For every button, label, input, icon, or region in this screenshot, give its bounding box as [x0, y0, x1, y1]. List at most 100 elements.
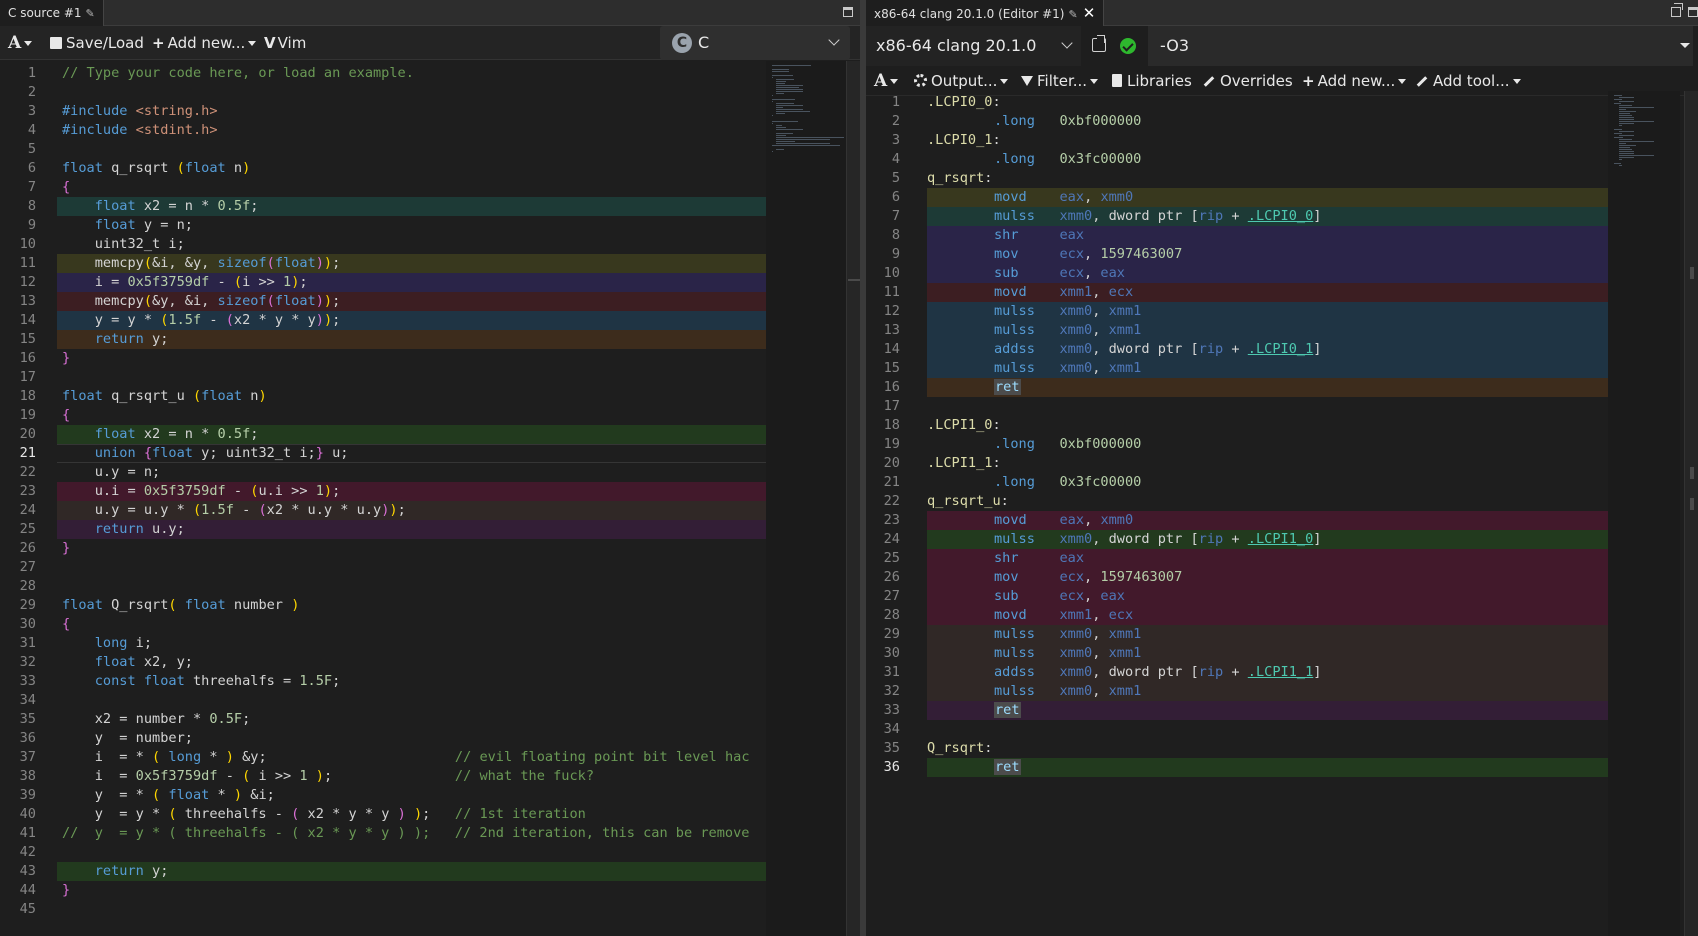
asm-line[interactable]: 12 mulss xmm0, xmm1 — [866, 302, 1608, 321]
asm-line[interactable]: 6 movd eax, xmm0 — [866, 188, 1608, 207]
close-icon[interactable]: ✕ — [1083, 4, 1096, 22]
source-line[interactable]: 26} — [0, 539, 766, 558]
source-code-area[interactable]: 1 // Type your code here, or load an exam… — [0, 61, 766, 936]
asm-line[interactable]: 25 shr eax — [866, 549, 1608, 568]
source-line[interactable]: 13 memcpy(&y, &i, sizeof(float)); — [0, 292, 766, 311]
assembly-output-area[interactable]: 1 .LCPI0_0: 2 .long 0xbf000000 3 .LCPI0_1: 4 .l… — [866, 91, 1608, 936]
source-line[interactable]: 41 // y = y * ( threehalfs - ( x2 * y * y… — [0, 824, 766, 843]
asm-line[interactable]: 20 .LCPI1_1: — [866, 454, 1608, 473]
source-line[interactable]: 2 — [0, 83, 766, 102]
asm-line[interactable]: 2 .long 0xbf000000 — [866, 112, 1608, 131]
source-line[interactable]: 8 float x2 = n * 0.5f; — [0, 197, 766, 216]
source-line[interactable]: 4 #include <stdint.h> — [0, 121, 766, 140]
asm-line[interactable]: 36 ret — [866, 758, 1608, 777]
options-caret-icon[interactable] — [1680, 43, 1690, 48]
source-line[interactable]: 27 — [0, 558, 766, 577]
source-line[interactable]: 6 float q_rsqrt (float n) — [0, 159, 766, 178]
asm-line[interactable]: 34 — [866, 720, 1608, 739]
source-line[interactable]: 11 memcpy(&i, &y, sizeof(float)); — [0, 254, 766, 273]
tab-compiler[interactable]: x86-64 clang 20.1.0 (Editor #1) ✎ ✕ — [866, 0, 1105, 26]
source-line[interactable]: 22 u.y = n; — [0, 463, 766, 482]
source-line[interactable]: 28 — [0, 577, 766, 596]
asm-line[interactable]: 17 — [866, 397, 1608, 416]
source-line[interactable]: 33 const float threehalfs = 1.5F; — [0, 672, 766, 691]
source-line[interactable]: 31 long i; — [0, 634, 766, 653]
asm-line[interactable]: 21 .long 0x3fc00000 — [866, 473, 1608, 492]
asm-line[interactable]: 15 mulss xmm0, xmm1 — [866, 359, 1608, 378]
maximize-icon[interactable] — [843, 7, 853, 17]
asm-line[interactable]: 16 ret — [866, 378, 1608, 397]
asm-line[interactable]: 14 addss xmm0, dword ptr [rip + .LCPI0_1] — [866, 340, 1608, 359]
asm-line[interactable]: 35 Q_rsqrt: — [866, 739, 1608, 758]
source-line[interactable]: 25 return u.y; — [0, 520, 766, 539]
external-link-icon[interactable] — [1092, 35, 1106, 52]
assembly-scrollbar[interactable] — [1684, 91, 1698, 936]
source-line[interactable]: 20 float x2 = n * 0.5f; — [0, 425, 766, 444]
source-line[interactable]: 37 i = * ( long * ) &y; // evil floating… — [0, 748, 766, 767]
source-line[interactable]: 38 i = 0x5f3759df - ( i >> 1 ); // what … — [0, 767, 766, 786]
source-line[interactable]: 45 — [0, 900, 766, 919]
asm-line[interactable]: 19 .long 0xbf000000 — [866, 435, 1608, 454]
asm-line[interactable]: 10 sub ecx, eax — [866, 264, 1608, 283]
asm-line[interactable]: 27 sub ecx, eax — [866, 587, 1608, 606]
source-line[interactable]: 29 float Q_rsqrt( float number ) — [0, 596, 766, 615]
asm-line[interactable]: 33 ret — [866, 701, 1608, 720]
asm-line[interactable]: 22 q_rsqrt_u: — [866, 492, 1608, 511]
asm-line[interactable]: 28 movd xmm1, ecx — [866, 606, 1608, 625]
source-line[interactable]: 24 u.y = u.y * (1.5f - (x2 * u.y * u.y))… — [0, 501, 766, 520]
source-line[interactable]: 9 float y = n; — [0, 216, 766, 235]
source-line[interactable]: 23 u.i = 0x5f3759df - (u.i >> 1); — [0, 482, 766, 501]
source-line[interactable]: 42 — [0, 843, 766, 862]
save-load-button[interactable]: Save/Load — [50, 26, 144, 60]
asm-line[interactable]: 29 mulss xmm0, xmm1 — [866, 625, 1608, 644]
compiler-picker[interactable]: x86-64 clang 20.1.0 — [866, 26, 1081, 66]
source-line[interactable]: 30 { — [0, 615, 766, 634]
asm-line[interactable]: 23 movd eax, xmm0 — [866, 511, 1608, 530]
compiler-options-input[interactable]: -O3 — [1148, 26, 1693, 66]
source-line[interactable]: 1 // Type your code here, or load an exam… — [0, 64, 766, 83]
asm-line[interactable]: 5 q_rsqrt: — [866, 169, 1608, 188]
source-line[interactable]: 12 i = 0x5f3759df - (i >> 1); — [0, 273, 766, 292]
source-line[interactable]: 43 return y; — [0, 862, 766, 881]
scrollbar-thumb[interactable] — [848, 279, 860, 281]
font-size-button[interactable]: A — [8, 26, 33, 60]
pencil-icon[interactable]: ✎ — [86, 7, 95, 20]
source-line[interactable]: 16} — [0, 349, 766, 368]
source-line[interactable]: 5 — [0, 140, 766, 159]
source-scrollbar[interactable] — [846, 61, 860, 936]
asm-line[interactable]: 8 shr eax — [866, 226, 1608, 245]
popout-icon[interactable] — [1671, 3, 1683, 17]
source-line[interactable]: 3 #include <string.h> — [0, 102, 766, 121]
asm-line[interactable]: 3 .LCPI0_1: — [866, 131, 1608, 150]
assembly-minimap[interactable] — [1608, 91, 1680, 936]
asm-line[interactable]: 31 addss xmm0, dword ptr [rip + .LCPI1_1] — [866, 663, 1608, 682]
asm-line[interactable]: 7 mulss xmm0, dword ptr [rip + .LCPI0_0] — [866, 207, 1608, 226]
maximize-icon[interactable] — [1688, 7, 1698, 17]
source-line[interactable]: 36 y = number; — [0, 729, 766, 748]
source-line[interactable]: 7{ — [0, 178, 766, 197]
source-line[interactable]: 10 uint32_t i; — [0, 235, 766, 254]
asm-line[interactable]: 30 mulss xmm0, xmm1 — [866, 644, 1608, 663]
pencil-icon[interactable]: ✎ — [1068, 8, 1077, 21]
asm-line[interactable]: 9 mov ecx, 1597463007 — [866, 245, 1608, 264]
source-line[interactable]: 32 float x2, y; — [0, 653, 766, 672]
source-line[interactable]: 39 y = * ( float * ) &i; — [0, 786, 766, 805]
source-minimap[interactable] — [766, 61, 846, 936]
source-line[interactable]: 19 { — [0, 406, 766, 425]
vim-button[interactable]: V Vim — [264, 26, 306, 60]
add-new-button[interactable]: + Add new... — [152, 26, 257, 60]
asm-line[interactable]: 18 .LCPI1_0: — [866, 416, 1608, 435]
source-line[interactable]: 15 return y; — [0, 330, 766, 349]
asm-line[interactable]: 11 movd xmm1, ecx — [866, 283, 1608, 302]
language-select[interactable]: C C — [660, 26, 850, 60]
source-line[interactable]: 35 x2 = number * 0.5F; — [0, 710, 766, 729]
source-line[interactable]: 34 — [0, 691, 766, 710]
source-line[interactable]: 40 y = y * ( threehalfs - ( x2 * y * y )… — [0, 805, 766, 824]
asm-line[interactable]: 1 .LCPI0_0: — [866, 93, 1608, 112]
asm-line[interactable]: 26 mov ecx, 1597463007 — [866, 568, 1608, 587]
source-line[interactable]: 18 float q_rsqrt_u (float n) — [0, 387, 766, 406]
asm-line[interactable]: 4 .long 0x3fc00000 — [866, 150, 1608, 169]
source-line[interactable]: 44} — [0, 881, 766, 900]
asm-line[interactable]: 32 mulss xmm0, xmm1 — [866, 682, 1608, 701]
source-line[interactable]: 21 union {float y; uint32_t i;} u; — [0, 444, 766, 463]
